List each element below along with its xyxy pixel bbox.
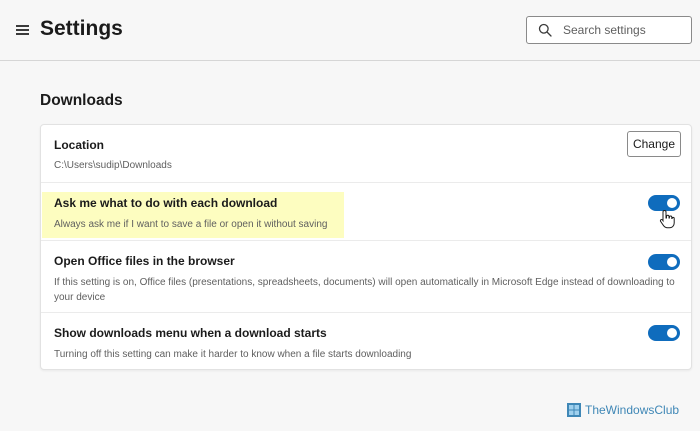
- office-files-title: Open Office files in the browser: [54, 254, 235, 268]
- location-title: Location: [54, 138, 104, 152]
- setting-row-office-files: Open Office files in the browser If this…: [41, 241, 691, 313]
- windows-club-logo-icon: [567, 403, 581, 417]
- section-title: Downloads: [40, 92, 123, 109]
- search-input[interactable]: [563, 17, 687, 43]
- search-icon: [538, 23, 552, 37]
- search-box[interactable]: [526, 16, 692, 44]
- setting-row-ask-each-download: Ask me what to do with each download Alw…: [41, 183, 691, 241]
- header: Settings: [0, 0, 700, 61]
- ask-each-download-desc: Always ask me if I want to save a file o…: [54, 219, 328, 230]
- hand-cursor-icon: [659, 209, 675, 229]
- show-downloads-menu-title: Show downloads menu when a download star…: [54, 326, 327, 340]
- office-files-desc: If this setting is on, Office files (pre…: [54, 277, 675, 303]
- show-downloads-menu-desc: Turning off this setting can make it har…: [54, 349, 412, 360]
- setting-row-location: Location C:\Users\sudip\Downloads Change: [41, 125, 691, 183]
- setting-row-show-downloads-menu: Show downloads menu when a download star…: [41, 313, 691, 371]
- watermark: TheWindowsClub: [567, 401, 679, 419]
- office-files-toggle[interactable]: [648, 254, 680, 270]
- ask-each-download-title: Ask me what to do with each download: [54, 196, 278, 210]
- downloads-settings-card: Location C:\Users\sudip\Downloads Change…: [40, 124, 692, 370]
- location-path: C:\Users\sudip\Downloads: [54, 160, 172, 171]
- show-downloads-menu-toggle[interactable]: [648, 325, 680, 341]
- hamburger-menu-icon[interactable]: [14, 22, 32, 36]
- change-location-button[interactable]: Change: [627, 131, 681, 157]
- page-title: Settings: [40, 17, 123, 40]
- watermark-text: TheWindowsClub: [585, 403, 680, 417]
